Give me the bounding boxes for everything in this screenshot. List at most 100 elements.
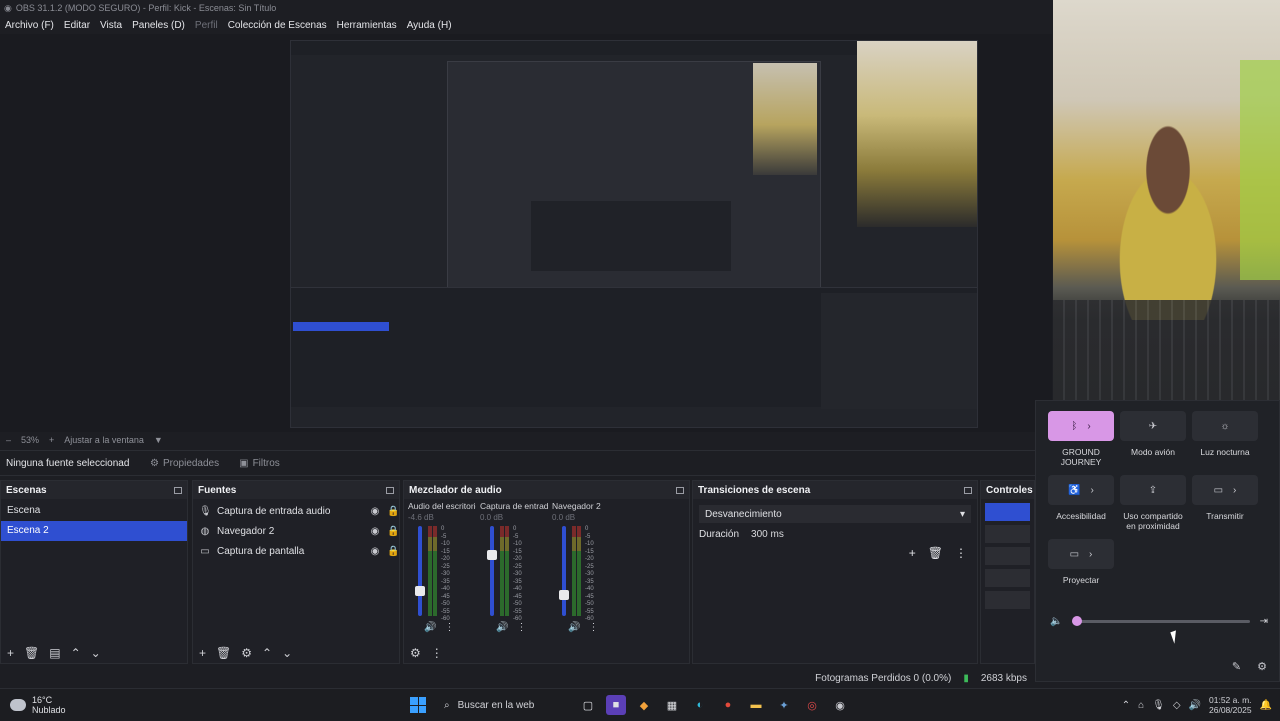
speaker-mute-icon[interactable]: 🔈: [1050, 616, 1062, 627]
tile-button[interactable]: ▭ ›: [1192, 475, 1258, 505]
start-recording-button[interactable]: [985, 525, 1030, 543]
trash-icon[interactable]: 🗑: [24, 646, 39, 660]
tile-button[interactable]: ᛒ ›: [1048, 411, 1114, 441]
eye-icon[interactable]: ◉: [369, 506, 381, 517]
menu-ayuda[interactable]: Ayuda (H): [402, 20, 457, 31]
filter-scene-icon[interactable]: ▤: [49, 646, 60, 660]
quick-setting-tile[interactable]: ▭ › Proyectar: [1048, 539, 1114, 585]
arrow-down-icon[interactable]: ⌄: [282, 646, 292, 660]
menu-editar[interactable]: Editar: [59, 20, 95, 31]
quick-setting-tile[interactable]: ▭ › Transmitir: [1192, 475, 1258, 521]
more-icon[interactable]: ⋮: [588, 622, 598, 633]
edge-icon[interactable]: ◐: [690, 695, 710, 715]
undock-icon[interactable]: [386, 486, 394, 494]
add-icon[interactable]: +: [909, 546, 916, 560]
studio-mode-button[interactable]: [985, 569, 1030, 587]
steam-icon[interactable]: ✦: [774, 695, 794, 715]
quick-setting-tile[interactable]: ☼ Luz nocturna: [1192, 411, 1258, 457]
source-item[interactable]: ◍ Navegador 2 ◉ 🔒: [193, 521, 400, 541]
scene-item[interactable]: Escena: [1, 501, 187, 521]
weather-widget[interactable]: 16°C Nublado: [0, 695, 200, 715]
eye-icon[interactable]: ◉: [369, 546, 381, 557]
undock-icon[interactable]: [676, 486, 684, 494]
chevron-right-icon[interactable]: ›: [1091, 485, 1094, 496]
bell-icon[interactable]: 🔔: [1260, 700, 1272, 711]
quick-setting-tile[interactable]: ᛒ › GROUND JOURNEY: [1048, 411, 1114, 467]
tile-button[interactable]: ⇪: [1120, 475, 1186, 505]
arrow-up-icon[interactable]: ⌃: [262, 646, 272, 660]
lock-icon[interactable]: 🔒: [387, 506, 399, 517]
duration-input[interactable]: 300 ms: [751, 529, 784, 540]
arrow-down-icon[interactable]: ⌄: [91, 646, 101, 660]
transition-select[interactable]: Desvanecimiento ▾: [699, 505, 971, 523]
settings-button[interactable]: [985, 591, 1030, 609]
tile-button[interactable]: ♿ ›: [1048, 475, 1114, 505]
scene-item[interactable]: Escena 2: [1, 521, 187, 541]
virtual-camera-button[interactable]: [985, 547, 1030, 565]
fit-window-label[interactable]: Ajustar a la ventana: [64, 435, 144, 445]
properties-button[interactable]: ⚙ Propiedades: [140, 458, 229, 469]
store-icon[interactable]: ▦: [662, 695, 682, 715]
menu-archivo[interactable]: Archivo (F): [0, 20, 59, 31]
volume-knob[interactable]: [559, 590, 569, 600]
volume-thumb[interactable]: [1072, 615, 1083, 626]
chevron-up-icon[interactable]: ⌃: [1122, 700, 1130, 711]
eye-icon[interactable]: ◉: [369, 526, 381, 537]
arrow-up-icon[interactable]: ⌃: [71, 646, 81, 660]
folder-icon[interactable]: ▬: [746, 695, 766, 715]
gear-icon[interactable]: ⚙: [241, 646, 252, 660]
obs-icon[interactable]: ◉: [830, 695, 850, 715]
task-view-icon[interactable]: ▢: [578, 695, 598, 715]
app-icon[interactable]: ◎: [802, 695, 822, 715]
trash-icon[interactable]: 🗑: [928, 546, 943, 560]
more-icon[interactable]: ⋮: [444, 622, 454, 633]
microphone-icon[interactable]: 🎙: [1152, 700, 1165, 711]
volume-knob[interactable]: [487, 550, 497, 560]
speaker-icon[interactable]: 🔊: [568, 622, 580, 633]
start-button[interactable]: [410, 697, 426, 713]
advanced-audio-icon[interactable]: ⚙: [410, 646, 421, 660]
volume-slider[interactable]: [1072, 615, 1250, 626]
taskbar-search[interactable]: ⌕ Buscar en la web: [434, 693, 570, 717]
network-icon[interactable]: ⌂: [1138, 700, 1144, 711]
clock[interactable]: 01:52 a. m. 26/08/2025: [1209, 695, 1252, 715]
undock-icon[interactable]: [964, 486, 972, 494]
pencil-icon[interactable]: ✎: [1232, 660, 1241, 673]
menu-vista[interactable]: Vista: [95, 20, 127, 31]
more-icon[interactable]: ⋮: [431, 646, 443, 660]
more-icon[interactable]: ⋮: [955, 546, 967, 560]
volume-slider[interactable]: [487, 526, 497, 616]
speaker-icon[interactable]: 🔊: [424, 622, 436, 633]
wifi-icon[interactable]: ◇: [1173, 700, 1181, 711]
zoom-minus-icon[interactable]: –: [6, 435, 11, 445]
chevron-right-icon[interactable]: ›: [1089, 549, 1092, 560]
tile-button[interactable]: ✈: [1120, 411, 1186, 441]
program-preview-canvas[interactable]: [290, 40, 978, 428]
chevron-right-icon[interactable]: ›: [1233, 485, 1236, 496]
teams-icon[interactable]: ■: [606, 695, 626, 715]
more-icon[interactable]: ⋮: [516, 622, 526, 633]
volume-slider[interactable]: [559, 526, 569, 616]
speaker-icon[interactable]: 🔊: [496, 622, 508, 633]
menu-paneles[interactable]: Paneles (D): [127, 20, 190, 31]
quick-setting-tile[interactable]: ♿ › Accesibilidad: [1048, 475, 1114, 521]
filters-button[interactable]: ▣ Filtros: [229, 458, 290, 469]
chevron-right-icon[interactable]: ›: [1087, 421, 1090, 432]
start-streaming-button[interactable]: [985, 503, 1030, 521]
chrome-icon[interactable]: ●: [718, 695, 738, 715]
tile-button[interactable]: ▭ ›: [1048, 539, 1114, 569]
trash-icon[interactable]: 🗑: [216, 646, 231, 660]
volume-knob[interactable]: [415, 586, 425, 596]
gear-icon[interactable]: ⚙: [1257, 660, 1267, 673]
lock-icon[interactable]: 🔒: [387, 526, 399, 537]
add-icon[interactable]: +: [199, 646, 206, 660]
quick-setting-tile[interactable]: ⇪ Uso compartido en proximidad: [1120, 475, 1186, 531]
quick-setting-tile[interactable]: ✈ Modo avión: [1120, 411, 1186, 457]
lock-icon[interactable]: 🔒: [387, 546, 399, 557]
zoom-plus-icon[interactable]: +: [49, 435, 54, 445]
add-icon[interactable]: +: [7, 646, 14, 660]
volume-slider[interactable]: [415, 526, 425, 616]
source-item[interactable]: 🎙 Captura de entrada audio ◉ 🔒: [193, 501, 399, 521]
menu-herramientas[interactable]: Herramientas: [332, 20, 402, 31]
volume-icon[interactable]: 🔊: [1189, 700, 1201, 711]
